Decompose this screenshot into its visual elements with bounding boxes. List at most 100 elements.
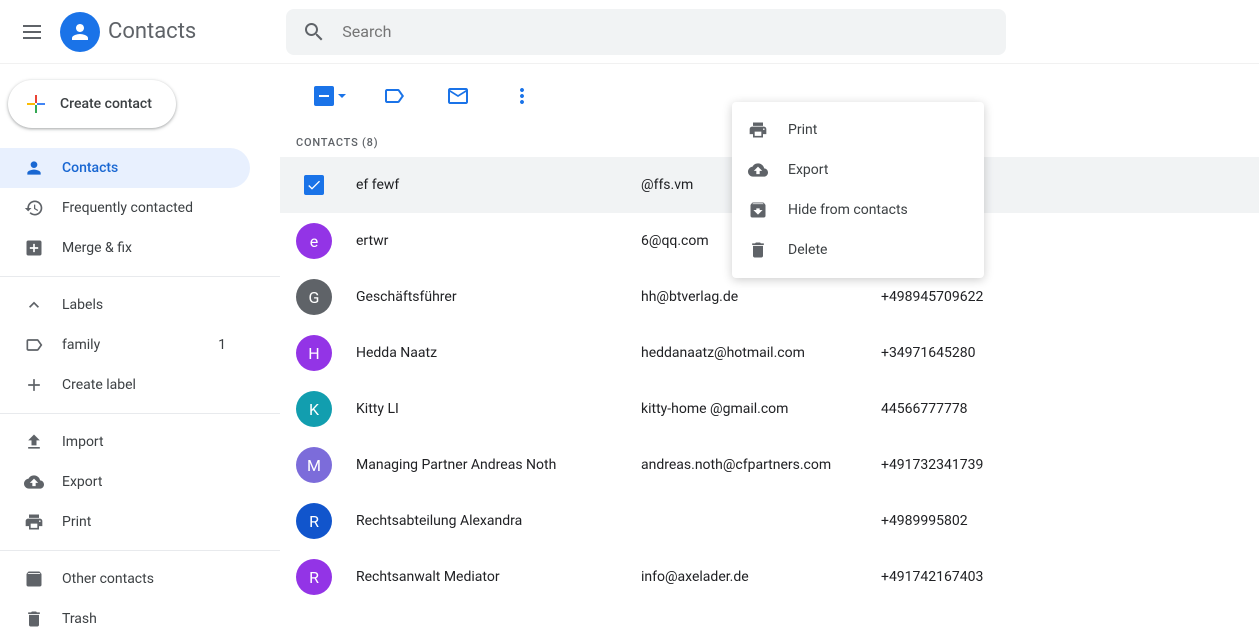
contact-name: ef fewf <box>356 177 641 193</box>
contact-name: Kitty LI <box>356 401 641 417</box>
trash-icon <box>748 240 768 260</box>
archive-icon <box>748 200 768 220</box>
dropdown-arrow-icon <box>338 94 346 98</box>
contact-avatar: G <box>296 279 332 315</box>
contact-phone: +498945709622 <box>881 289 983 305</box>
email-button[interactable] <box>438 76 478 116</box>
main-menu-button[interactable] <box>8 8 56 56</box>
cloud-upload-icon <box>748 160 768 180</box>
contact-email: info@axelader.de <box>641 569 881 585</box>
main-content: CONTACTS (8) ef fewf@ffs.vm42323435532ee… <box>280 64 1259 639</box>
person-icon <box>68 20 92 44</box>
archive-icon <box>24 569 44 589</box>
contact-phone: +491732341739 <box>881 457 983 473</box>
label-icon <box>24 335 44 355</box>
menu-item-delete[interactable]: Delete <box>732 230 984 270</box>
plus-icon <box>24 92 48 116</box>
contact-row[interactable]: H Hedda Naatzheddanaatz@hotmail.com+34971… <box>280 325 1259 381</box>
sidebar-item-print[interactable]: Print <box>0 502 250 542</box>
contact-row[interactable]: M Managing Partner Andreas Nothandreas.no… <box>280 437 1259 493</box>
header: Contacts <box>0 0 1259 64</box>
label-icon <box>382 84 406 108</box>
create-contact-button[interactable]: Create contact <box>8 80 176 128</box>
search-bar[interactable] <box>286 9 1006 55</box>
contact-phone: +34971645280 <box>881 345 976 361</box>
menu-item-label: Export <box>788 162 828 178</box>
sidebar-item-label: Trash <box>62 611 97 627</box>
person-icon <box>24 158 44 178</box>
contact-name: ertwr <box>356 233 641 249</box>
search-icon <box>302 20 326 44</box>
contact-avatar: R <box>296 503 332 539</box>
contact-avatar: e <box>296 223 332 259</box>
sidebar-label-name: family <box>62 337 100 353</box>
contact-email: hh@btverlag.de <box>641 289 881 305</box>
search-input[interactable] <box>342 22 990 41</box>
sidebar-item-label: Import <box>62 434 104 450</box>
sidebar-item-frequent[interactable]: Frequently contacted <box>0 188 250 228</box>
sidebar-labels-header[interactable]: Labels <box>0 285 250 325</box>
more-vert-icon <box>510 84 534 108</box>
app-title: Contacts <box>108 19 196 44</box>
contact-name: Managing Partner Andreas Noth <box>356 457 641 473</box>
contact-row[interactable]: R Rechtsabteilung Alexandra +4989995802 <box>280 493 1259 549</box>
contact-name: Hedda Naatz <box>356 345 641 361</box>
upload-icon <box>24 432 44 452</box>
contact-email: heddanaatz@hotmail.com <box>641 345 881 361</box>
contact-avatar: H <box>296 335 332 371</box>
menu-item-print[interactable]: Print <box>732 110 984 150</box>
label-button[interactable] <box>374 76 414 116</box>
sidebar-item-merge[interactable]: Merge & fix <box>0 228 250 268</box>
contact-name: Rechtsabteilung Alexandra <box>356 513 641 529</box>
trash-icon <box>24 609 44 629</box>
history-icon <box>24 198 44 218</box>
print-icon <box>24 512 44 532</box>
sidebar-item-label: Print <box>62 514 91 530</box>
menu-item-label: Print <box>788 122 817 138</box>
sidebar-item-import[interactable]: Import <box>0 422 250 462</box>
print-icon <box>748 120 768 140</box>
labels-header-label: Labels <box>62 297 103 313</box>
sidebar-item-label: Contacts <box>62 160 118 176</box>
contact-avatar: K <box>296 391 332 427</box>
sidebar-item-label: Other contacts <box>62 571 154 587</box>
contact-row[interactable]: K Kitty LIkitty-home @gmail.com4456677777… <box>280 381 1259 437</box>
contact-name: Rechtsanwalt Mediator <box>356 569 641 585</box>
plus-icon <box>24 375 44 395</box>
more-actions-button[interactable] <box>502 76 542 116</box>
contact-phone: 44566777778 <box>881 401 968 417</box>
sidebar-item-contacts[interactable]: Contacts <box>0 148 250 188</box>
sidebar-item-trash[interactable]: Trash <box>0 599 250 639</box>
contact-avatar: M <box>296 447 332 483</box>
sidebar-item-other[interactable]: Other contacts <box>0 559 250 599</box>
contact-row[interactable]: R Rechtsanwalt Mediatorinfo@axelader.de+4… <box>280 549 1259 605</box>
contact-email: andreas.noth@cfpartners.com <box>641 457 881 473</box>
sidebar-item-label: Merge & fix <box>62 240 132 256</box>
indeterminate-checkbox-icon <box>314 86 334 106</box>
cloud-upload-icon <box>24 472 44 492</box>
sidebar-label-family[interactable]: family 1 <box>0 325 250 365</box>
email-icon <box>446 84 470 108</box>
sidebar-item-label: Export <box>62 474 102 490</box>
menu-item-label: Delete <box>788 242 827 258</box>
merge-icon <box>24 238 44 258</box>
contact-avatar: R <box>296 559 332 595</box>
menu-item-label: Hide from contacts <box>788 202 908 218</box>
hamburger-icon <box>23 25 41 39</box>
sidebar-item-export[interactable]: Export <box>0 462 250 502</box>
sidebar-item-label: Frequently contacted <box>62 200 193 216</box>
select-all-button[interactable] <box>310 76 350 116</box>
sidebar-label-count: 1 <box>218 337 226 353</box>
sidebar: Create contact Contacts Frequently conta… <box>0 64 280 639</box>
more-actions-menu: Print Export Hide from contacts Delete <box>732 102 984 278</box>
menu-item-hide[interactable]: Hide from contacts <box>732 190 984 230</box>
chevron-up-icon <box>24 295 44 315</box>
checkbox-checked-icon[interactable] <box>304 175 324 195</box>
menu-item-export[interactable]: Export <box>732 150 984 190</box>
contact-phone: +4989995802 <box>881 513 968 529</box>
contact-email: kitty-home @gmail.com <box>641 401 881 417</box>
contact-name: Geschäftsführer <box>356 289 641 305</box>
create-contact-label: Create contact <box>60 96 152 112</box>
contact-phone: +491742167403 <box>881 569 983 585</box>
sidebar-create-label[interactable]: Create label <box>0 365 250 405</box>
